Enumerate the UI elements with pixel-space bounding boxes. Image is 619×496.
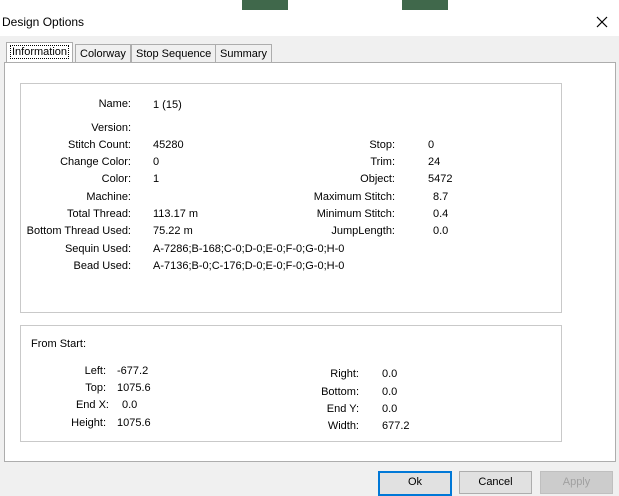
color-label: Color:	[101, 173, 131, 185]
top-value: 1075.6	[117, 382, 151, 394]
tab-information[interactable]: Information	[6, 42, 74, 63]
version-label: Version:	[91, 122, 131, 134]
tab-panel-information: Name: 1 (15) Version: Stitch Count: 4528…	[4, 62, 616, 462]
tab-stop-sequence[interactable]: Stop Sequence	[131, 44, 217, 63]
stop-label: Stop:	[369, 139, 395, 151]
stop-value: 0	[428, 139, 435, 151]
background-design-thumbnail	[242, 0, 288, 10]
total-thread-value: 113.17 m	[153, 208, 199, 220]
bead-used-value: A-7136;B-0;C-176;D-0;E-0;F-0;G-0;H-0	[153, 260, 345, 272]
bottom-thread-value: 75.22 m	[153, 225, 193, 237]
min-stitch-value: 0.4	[433, 208, 449, 220]
machine-label: Machine:	[86, 191, 131, 203]
bead-used-label: Bead Used:	[73, 260, 131, 272]
jump-length-label: JumpLength:	[331, 225, 395, 237]
stitch-count-value: 45280	[153, 139, 184, 151]
sequin-used-label: Sequin Used:	[64, 243, 131, 255]
right-value: 0.0	[382, 368, 398, 380]
design-info-group: Name: 1 (15) Version: Stitch Count: 4528…	[20, 83, 562, 313]
apply-button[interactable]: Apply	[540, 471, 613, 494]
from-start-group: From Start: Left: -677.2 Top: 1075.6 End…	[20, 325, 562, 442]
right-label: Right:	[330, 368, 359, 380]
bottom-label: Bottom:	[321, 386, 359, 398]
ok-button[interactable]: Ok	[378, 471, 452, 496]
height-value: 1075.6	[117, 417, 151, 429]
window-title: Design Options	[2, 15, 85, 29]
max-stitch-value: 8.7	[433, 191, 449, 203]
sequin-used-value: A-7286;B-168;C-0;D-0;E-0;F-0;G-0;H-0	[153, 243, 345, 255]
name-value: 1 (15)	[153, 99, 182, 111]
object-label: Object:	[360, 173, 395, 185]
end-x-value: 0.0	[122, 399, 138, 411]
title-bar: Design Options	[0, 10, 619, 36]
object-value: 5472	[428, 173, 453, 185]
cancel-button[interactable]: Cancel	[459, 471, 532, 494]
change-color-value: 0	[153, 156, 160, 168]
close-button[interactable]	[593, 13, 611, 31]
name-label: Name:	[98, 98, 131, 110]
jump-length-value: 0.0	[433, 225, 449, 237]
max-stitch-label: Maximum Stitch:	[313, 191, 395, 203]
left-label: Left:	[84, 365, 106, 377]
left-value: -677.2	[117, 365, 149, 377]
width-value: 677.2	[382, 420, 410, 432]
top-label: Top:	[85, 382, 106, 394]
height-label: Height:	[71, 417, 106, 429]
color-value: 1	[153, 173, 160, 185]
end-x-label: End X:	[75, 399, 109, 411]
bottom-value: 0.0	[382, 386, 398, 398]
tab-summary[interactable]: Summary	[215, 44, 273, 63]
trim-label: Trim:	[370, 156, 395, 168]
width-label: Width:	[327, 420, 359, 432]
background-window-strip	[0, 0, 619, 10]
change-color-label: Change Color:	[60, 156, 131, 168]
tab-colorway[interactable]: Colorway	[75, 44, 131, 63]
total-thread-label: Total Thread:	[66, 208, 131, 220]
background-design-thumbnail	[402, 0, 448, 10]
trim-value: 24	[428, 156, 441, 168]
from-start-heading: From Start:	[31, 338, 87, 350]
end-y-label: End Y:	[326, 403, 359, 415]
stitch-count-label: Stitch Count:	[68, 139, 131, 151]
bottom-thread-label: Bottom Thread Used:	[26, 225, 131, 237]
close-icon	[596, 16, 608, 28]
end-y-value: 0.0	[382, 403, 398, 415]
min-stitch-label: Minimum Stitch:	[316, 208, 395, 220]
